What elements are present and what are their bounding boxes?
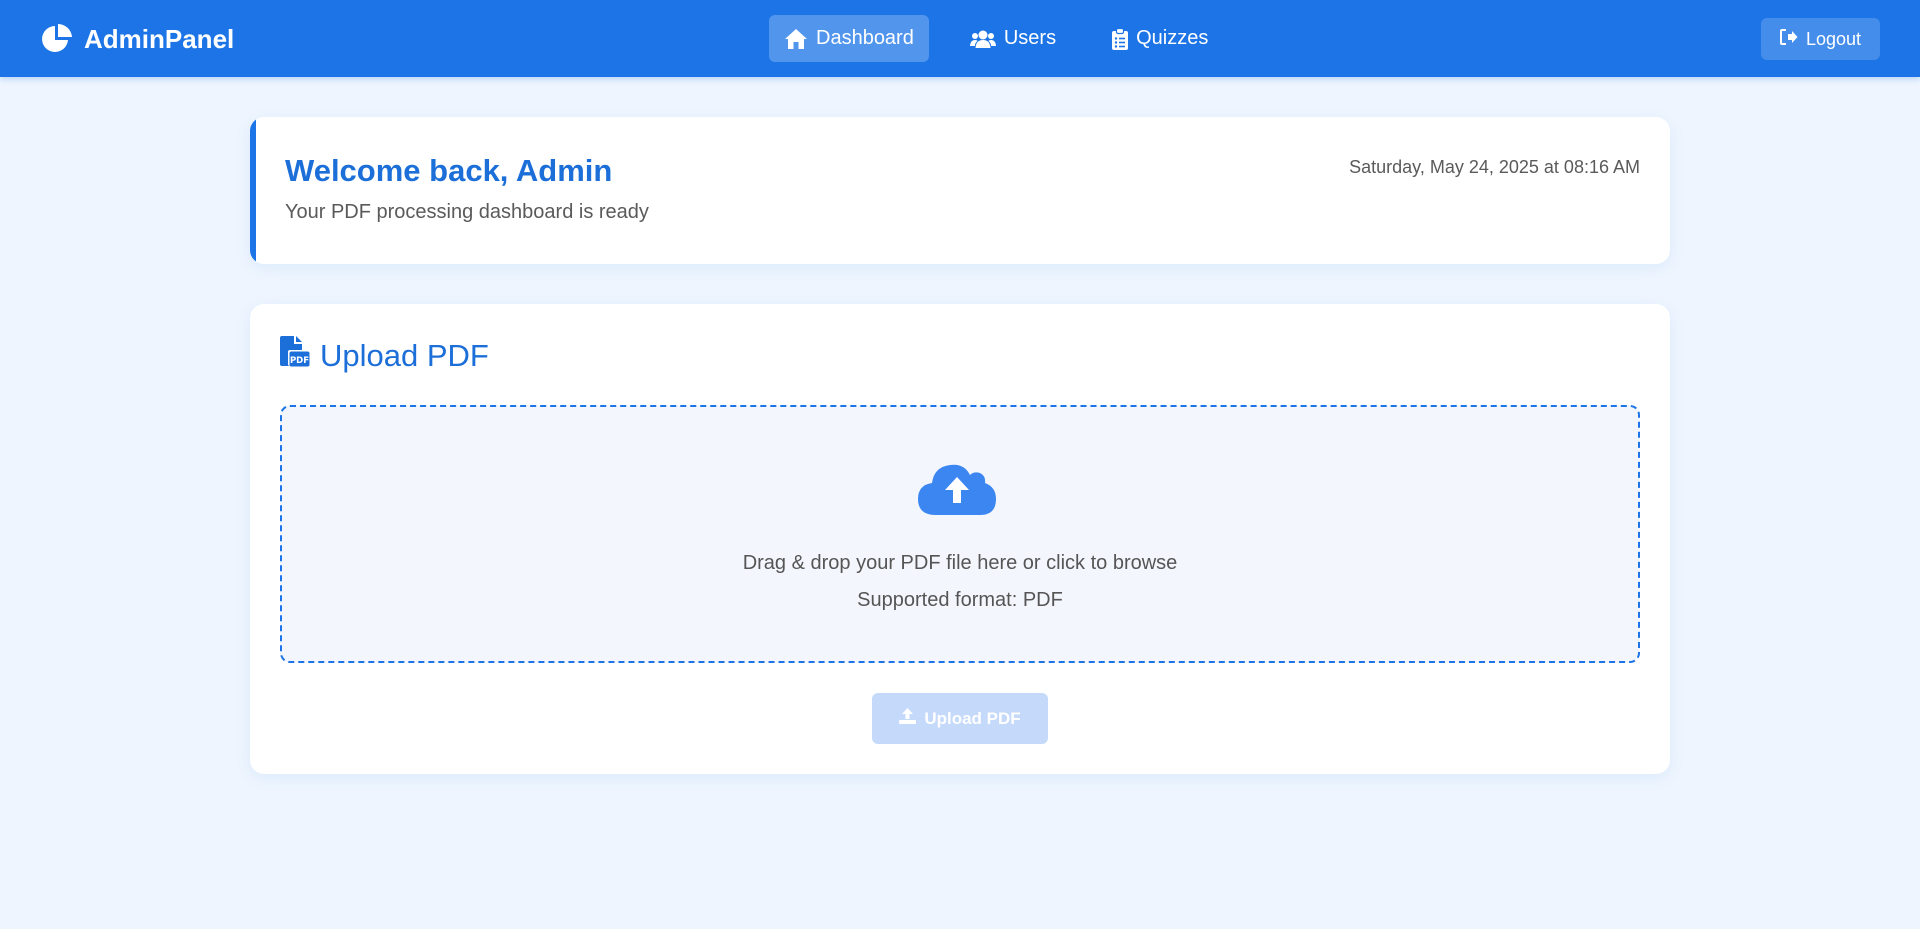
nav-users[interactable]: Users bbox=[955, 15, 1071, 62]
nav-quizzes-label: Quizzes bbox=[1136, 27, 1209, 49]
welcome-title: Welcome back, Admin bbox=[285, 153, 613, 188]
nav-users-label: Users bbox=[1003, 27, 1057, 49]
home-icon bbox=[784, 28, 808, 50]
logout-button[interactable]: Logout bbox=[1761, 18, 1880, 60]
dropzone-instructions: Drag & drop your PDF file here or click … bbox=[742, 552, 1178, 574]
sign-out-icon bbox=[1779, 28, 1798, 50]
supported-format-note: Supported format: PDF bbox=[857, 589, 1063, 611]
brand-name: AdminPanel bbox=[84, 23, 235, 54]
main-nav: Dashboard Users Quizzes bbox=[769, 15, 1223, 62]
upload-card: PDF Upload PDF Drag & drop your PDF file… bbox=[250, 304, 1670, 774]
pie-chart-icon bbox=[40, 22, 74, 56]
file-pdf-icon: PDF bbox=[280, 336, 310, 376]
current-datetime: Saturday, May 24, 2025 at 08:16 AM bbox=[1349, 157, 1640, 177]
welcome-subtitle: Your PDF processing dashboard is ready bbox=[285, 201, 649, 223]
welcome-card: Welcome back, Admin Your PDF processing … bbox=[250, 117, 1670, 264]
brand[interactable]: AdminPanel bbox=[40, 22, 234, 56]
upload-title: Upload PDF bbox=[320, 338, 489, 373]
cloud-upload-icon bbox=[918, 461, 996, 520]
clipboard-list-icon bbox=[1112, 27, 1129, 50]
svg-text:PDF: PDF bbox=[290, 356, 309, 366]
top-navbar: AdminPanel Dashboard Users Quizzes Logou… bbox=[0, 0, 1920, 77]
logout-label: Logout bbox=[1805, 28, 1862, 49]
welcome-accent-bar bbox=[250, 117, 256, 264]
nav-quizzes[interactable]: Quizzes bbox=[1097, 15, 1223, 62]
nav-dashboard-label: Dashboard bbox=[816, 27, 914, 49]
nav-dashboard[interactable]: Dashboard bbox=[769, 15, 929, 62]
upload-heading: PDF Upload PDF bbox=[280, 336, 489, 376]
upload-button-label: Upload PDF bbox=[924, 708, 1021, 728]
upload-icon bbox=[899, 708, 917, 729]
users-icon bbox=[969, 29, 996, 49]
upload-pdf-button[interactable]: Upload PDF bbox=[872, 693, 1048, 744]
pdf-dropzone[interactable]: Drag & drop your PDF file here or click … bbox=[280, 405, 1640, 663]
